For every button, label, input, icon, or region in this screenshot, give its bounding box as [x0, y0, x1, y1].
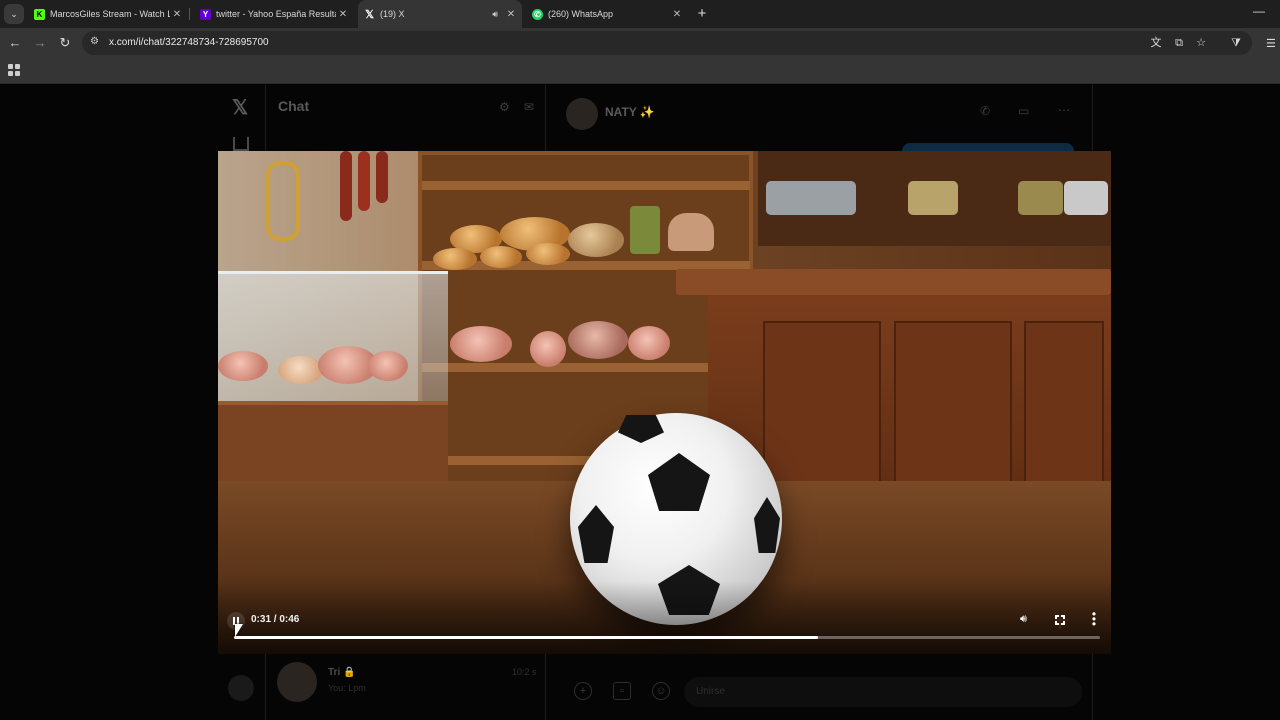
video-frame [358, 151, 370, 211]
video-frame [480, 246, 522, 268]
video-frame [450, 326, 512, 362]
video-frame [1064, 181, 1108, 215]
kick-logo-icon: K [34, 8, 45, 20]
browser-toolbar: ← → ↻ ⚙︎ x.com/i/chat/322748734-72869570… [0, 28, 1280, 58]
whatsapp-logo-icon: ✆ [532, 8, 543, 20]
x-logo-icon[interactable]: 𝕏 [232, 95, 248, 120]
avatar[interactable] [566, 98, 598, 130]
translate-icon[interactable]: 文 [1148, 36, 1164, 50]
video-frame [568, 223, 624, 257]
more-options-icon[interactable]: ⋯ [1058, 103, 1070, 117]
tab-title: (19) X [380, 9, 405, 19]
video-frame [218, 271, 448, 411]
speaker-icon[interactable]: 🔊︎ [492, 9, 498, 20]
list-item-time: 10:2 s [512, 667, 537, 677]
new-tab-button[interactable]: + [694, 4, 710, 24]
video-frame [648, 453, 710, 511]
video-frame [278, 356, 324, 384]
video-frame [754, 497, 780, 553]
apps-grid-icon[interactable] [8, 64, 20, 76]
composer-placeholder: Unirse [696, 686, 725, 697]
video-time: 0:31 / 0:46 [251, 614, 300, 625]
mouse-cursor [235, 624, 243, 637]
video-frame [630, 206, 660, 254]
video-progress-bar[interactable] [234, 636, 1100, 639]
list-item-name: Tri 🔒 [328, 667, 356, 678]
volume-icon[interactable]: 🔊︎ [1020, 613, 1027, 626]
message-composer[interactable]: Unirse [684, 677, 1082, 707]
video-frame [894, 321, 1012, 486]
close-icon[interactable]: ✕ [336, 9, 350, 20]
video-frame [763, 321, 881, 486]
video-frame [568, 321, 628, 359]
video-frame [218, 351, 268, 381]
forward-button[interactable]: → [31, 34, 49, 52]
video-frame [1018, 181, 1063, 215]
video-frame [376, 151, 388, 203]
video-call-icon[interactable]: ▭ [1018, 104, 1029, 118]
chevron-down-icon: ⌄ [10, 8, 18, 19]
settings-icon[interactable]: ⚙ [499, 100, 510, 114]
video-frame [628, 326, 670, 360]
tab-title: (260) WhatsApp [548, 9, 614, 19]
page-title: Chat [278, 98, 310, 114]
close-icon[interactable]: ✕ [170, 9, 184, 20]
close-icon[interactable]: ✕ [670, 9, 684, 20]
video-controls: 0:31 / 0:46 🔊︎ • • • [218, 606, 1111, 654]
video-frame [578, 505, 614, 563]
image-icon[interactable]: ▫ [613, 682, 631, 700]
video-progress-fill [234, 636, 818, 639]
video-frame [1024, 321, 1104, 486]
close-icon[interactable]: ✕ [504, 9, 518, 20]
fullscreen-icon[interactable] [1055, 615, 1069, 629]
video-frame [908, 181, 958, 215]
tab-whatsapp[interactable]: ✆ (260) WhatsApp ✕ [526, 0, 688, 28]
video-frame [340, 151, 352, 221]
tab-search-button[interactable]: ⌄ [4, 4, 24, 24]
back-button[interactable]: ← [6, 34, 24, 52]
extensions-icon[interactable]: ⧩ [1228, 36, 1244, 50]
video-frame [433, 248, 477, 270]
site-info-icon[interactable]: ⚙︎ [90, 36, 99, 47]
install-app-icon[interactable]: ⧉ [1171, 36, 1187, 50]
video-frame [668, 213, 714, 251]
bookmarks-bar [0, 58, 1280, 84]
video-frame [530, 331, 566, 367]
address-bar[interactable]: ⚙︎ x.com/i/chat/322748734-728695700 文 ⧉ … [82, 31, 1252, 55]
x-logo-icon: 𝕏 [365, 8, 374, 21]
video-frame [422, 363, 750, 372]
video-frame [526, 243, 570, 265]
minimize-button[interactable]: — [1252, 4, 1266, 18]
video-frame [766, 181, 856, 215]
avatar[interactable] [228, 675, 254, 701]
yahoo-logo-icon: Y [200, 8, 211, 20]
avatar[interactable] [277, 662, 317, 702]
tab-x[interactable]: 𝕏 (19) X 🔊︎ ✕ [358, 0, 522, 28]
gif-icon[interactable]: ☺ [652, 682, 670, 700]
tab-yahoo[interactable]: Y twitter - Yahoo España Resultad ✕ [194, 0, 354, 28]
video-player[interactable]: 0:31 / 0:46 🔊︎ • • • [218, 151, 1111, 654]
tab-kick[interactable]: K MarcosGiles Stream - Watch Li... ✕ [28, 0, 188, 28]
more-options-icon[interactable]: • • • [1088, 608, 1100, 630]
url-text: x.com/i/chat/322748734-728695700 [109, 37, 269, 48]
list-item-preview: You: Lpm [328, 683, 366, 693]
tab-title: twitter - Yahoo España Resultad [216, 9, 336, 19]
video-frame [676, 269, 1111, 295]
tab-divider [189, 8, 190, 20]
video-frame [266, 161, 300, 241]
conversation-name: NATY ✨ [605, 105, 655, 119]
video-frame [618, 415, 664, 443]
new-message-icon[interactable]: ✉ [524, 100, 534, 114]
video-frame [422, 181, 750, 190]
tab-title: MarcosGiles Stream - Watch Li... [50, 9, 170, 19]
tab-strip: ⌄ K MarcosGiles Stream - Watch Li... ✕ Y… [0, 0, 1280, 28]
side-panel-icon[interactable]: ☰ [1266, 37, 1276, 50]
phone-icon[interactable]: ✆ [980, 104, 990, 118]
star-icon[interactable]: ☆ [1193, 36, 1209, 50]
video-frame [368, 351, 408, 381]
home-icon[interactable] [233, 137, 249, 151]
add-icon[interactable]: + [574, 682, 592, 700]
reload-button[interactable]: ↻ [56, 34, 74, 52]
